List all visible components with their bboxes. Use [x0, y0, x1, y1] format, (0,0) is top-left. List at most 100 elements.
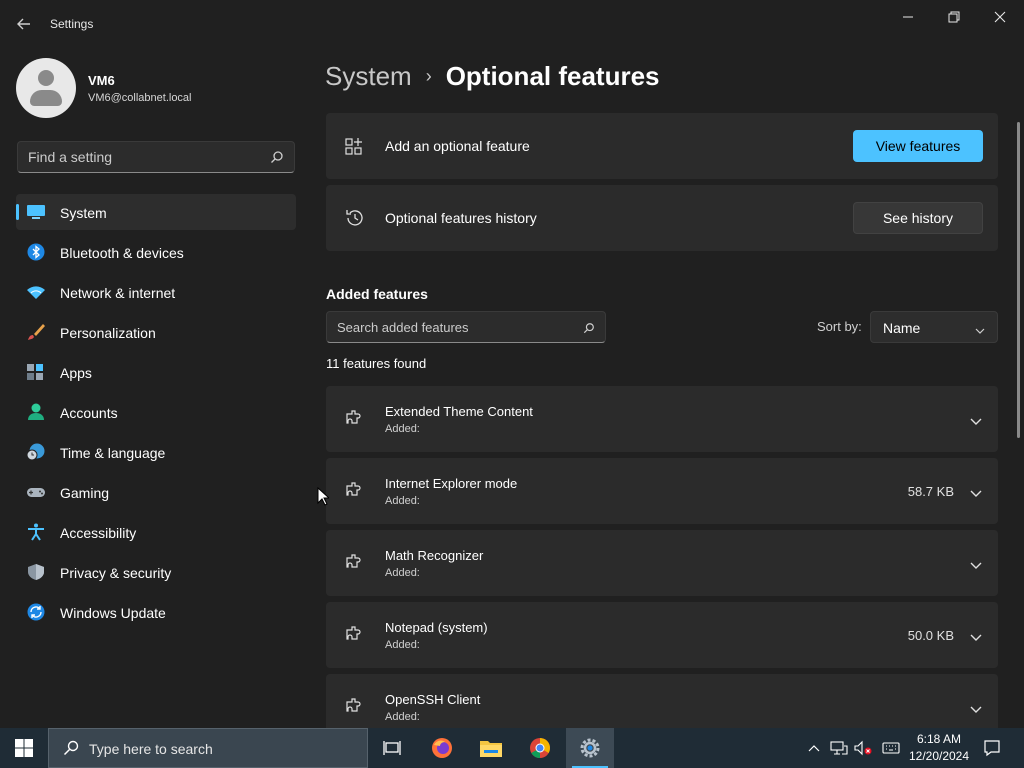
- system-icon: [26, 203, 46, 221]
- history-label: Optional features history: [385, 210, 537, 226]
- feature-row[interactable]: Math Recognizer Added:: [326, 530, 998, 596]
- back-arrow-icon[interactable]: [14, 14, 34, 34]
- taskbar: Type here to search 6:18 AM 12/20/2024: [0, 728, 1024, 768]
- sidebar-item-privacy[interactable]: Privacy & security: [16, 554, 296, 590]
- sidebar-item-label: Apps: [60, 365, 92, 381]
- gamepad-icon: [26, 483, 46, 501]
- settings-taskbar-button[interactable]: [566, 728, 614, 768]
- chevron-down-icon[interactable]: [970, 702, 982, 714]
- sidebar-nav: System Bluetooth & devices Network & int…: [16, 194, 296, 634]
- search-icon: [583, 321, 595, 334]
- feature-row[interactable]: Notepad (system) Added: 50.0 KB: [326, 602, 998, 668]
- apps-icon: [26, 363, 46, 381]
- added-features-heading: Added features: [326, 286, 428, 302]
- sidebar-item-accessibility[interactable]: Accessibility: [16, 514, 296, 550]
- chevron-down-icon[interactable]: [970, 630, 982, 642]
- puzzle-icon: [344, 480, 366, 502]
- chevron-down-icon[interactable]: [970, 414, 982, 426]
- sort-by-label: Sort by:: [817, 319, 862, 334]
- sidebar-item-label: Time & language: [60, 445, 166, 461]
- feature-status: Added:: [385, 567, 420, 579]
- sidebar-item-system[interactable]: System: [16, 194, 296, 230]
- chevron-down-icon[interactable]: [970, 486, 982, 498]
- file-explorer-taskbar-button[interactable]: [467, 728, 515, 768]
- sort-by-value: Name: [883, 320, 921, 336]
- chevron-down-icon[interactable]: [970, 558, 982, 570]
- sidebar-item-label: Privacy & security: [60, 565, 172, 581]
- app-title: Settings: [50, 17, 94, 31]
- feature-name: Notepad (system): [385, 620, 488, 635]
- task-view-button[interactable]: [368, 728, 416, 768]
- sidebar-item-gaming[interactable]: Gaming: [16, 474, 296, 510]
- feature-row[interactable]: Internet Explorer mode Added: 58.7 KB: [326, 458, 998, 524]
- gear-icon: [580, 738, 600, 758]
- mouse-cursor-icon: [317, 486, 331, 506]
- puzzle-icon: [344, 624, 366, 646]
- breadcrumb-parent[interactable]: System: [325, 61, 412, 92]
- close-button[interactable]: [978, 6, 1022, 28]
- sidebar-item-accounts[interactable]: Accounts: [16, 394, 296, 430]
- feature-name: Internet Explorer mode: [385, 476, 518, 491]
- see-history-button[interactable]: See history: [853, 202, 983, 234]
- view-features-button[interactable]: View features: [853, 130, 983, 162]
- user-name: VM6: [88, 73, 115, 88]
- sidebar-item-apps[interactable]: Apps: [16, 354, 296, 390]
- sort-by-dropdown[interactable]: Name: [870, 311, 998, 343]
- sidebar-item-label: Accessibility: [60, 525, 137, 541]
- restore-button[interactable]: [932, 6, 976, 28]
- sidebar-item-label: Windows Update: [60, 605, 166, 621]
- breadcrumb: System › Optional features: [325, 58, 660, 94]
- start-button[interactable]: [0, 728, 48, 768]
- notifications-button[interactable]: [980, 728, 1004, 768]
- feature-row[interactable]: Extended Theme Content Added:: [326, 386, 998, 452]
- firefox-taskbar-button[interactable]: [418, 728, 466, 768]
- taskbar-clock[interactable]: 6:18 AM 12/20/2024: [906, 731, 972, 765]
- avatar: [16, 58, 76, 118]
- keyboard-icon: [882, 742, 900, 754]
- sidebar-item-label: Bluetooth & devices: [60, 245, 184, 261]
- minimize-button[interactable]: [886, 6, 930, 28]
- keyboard-tray-button[interactable]: [880, 728, 902, 768]
- taskbar-search-box[interactable]: Type here to search: [48, 728, 368, 768]
- volume-tray-button[interactable]: [853, 728, 873, 768]
- scrollbar[interactable]: [1017, 122, 1020, 438]
- feature-status: Added:: [385, 495, 420, 507]
- notification-icon: [984, 740, 1000, 757]
- sidebar-item-label: Personalization: [60, 325, 156, 341]
- chevron-up-icon: [808, 745, 820, 752]
- clock-date: 12/20/2024: [908, 749, 970, 763]
- add-feature-card: Add an optional feature View features: [326, 113, 998, 179]
- account-icon: [26, 403, 46, 421]
- clock-time: 6:18 AM: [916, 732, 962, 746]
- feature-name: Math Recognizer: [385, 548, 484, 563]
- windows-logo-icon: [15, 739, 33, 757]
- globe-clock-icon: [26, 443, 46, 461]
- sidebar-item-label: Gaming: [60, 485, 110, 501]
- accessibility-icon: [26, 523, 46, 541]
- sidebar-item-windows-update[interactable]: Windows Update: [16, 594, 296, 630]
- feature-row[interactable]: OpenSSH Client Added:: [326, 674, 998, 728]
- chrome-taskbar-button[interactable]: [516, 728, 564, 768]
- history-icon: [344, 207, 366, 229]
- sidebar-item-personalization[interactable]: Personalization: [16, 314, 296, 350]
- sidebar-item-time-language[interactable]: Time & language: [16, 434, 296, 470]
- feature-status: Added:: [385, 711, 420, 723]
- search-icon: [270, 150, 284, 164]
- user-profile[interactable]: VM6 VM6@collabnet.local: [16, 58, 296, 118]
- sidebar-item-network[interactable]: Network & internet: [16, 274, 296, 310]
- feature-name: Extended Theme Content: [385, 404, 533, 419]
- find-setting-input[interactable]: [28, 148, 258, 166]
- folder-icon: [480, 741, 502, 757]
- network-tray-button[interactable]: [829, 728, 849, 768]
- sidebar-item-bluetooth[interactable]: Bluetooth & devices: [16, 234, 296, 270]
- page-title: Optional features: [445, 60, 660, 91]
- added-features-search[interactable]: [326, 311, 606, 343]
- sidebar-item-label: Network & internet: [60, 285, 176, 301]
- show-hidden-icons-button[interactable]: [806, 728, 822, 768]
- puzzle-icon: [344, 552, 366, 574]
- brush-icon: [26, 323, 46, 341]
- added-features-search-input[interactable]: [337, 319, 577, 335]
- find-setting-search[interactable]: [17, 141, 295, 173]
- breadcrumb-separator: ›: [425, 65, 432, 86]
- features-count: 11 features found: [326, 356, 427, 371]
